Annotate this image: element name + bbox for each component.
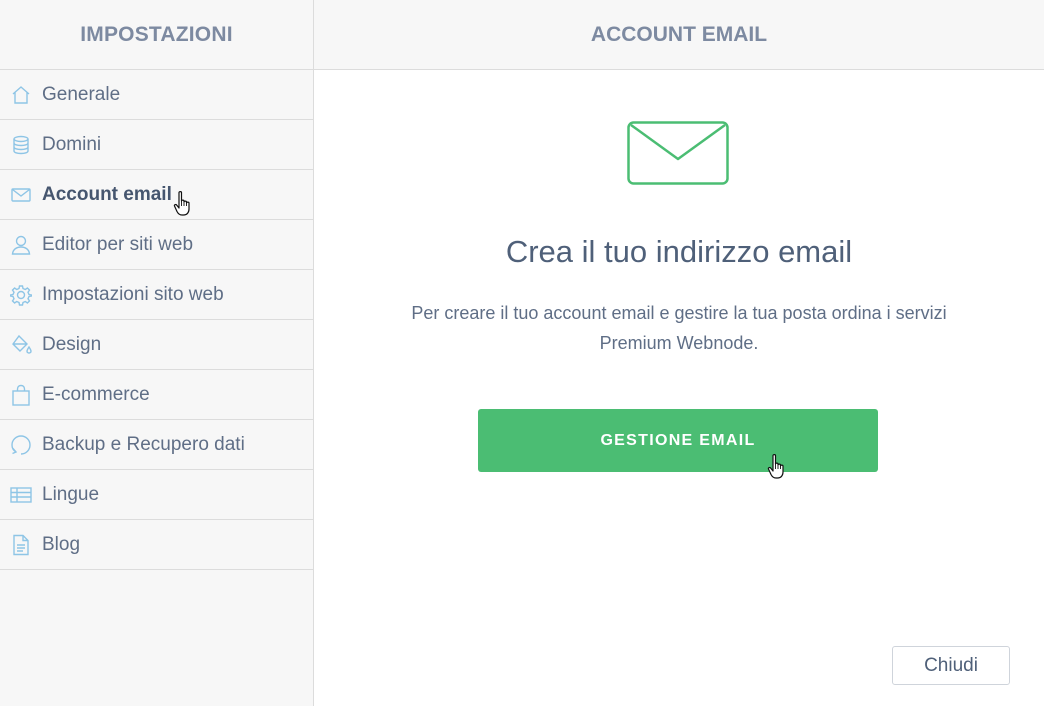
sidebar-item-label: Impostazioni sito web bbox=[42, 283, 224, 305]
description: Per creare il tuo account email e gestir… bbox=[354, 298, 1004, 358]
page-title: ACCOUNT EMAIL bbox=[314, 0, 1044, 70]
sidebar-item-editor[interactable]: Editor per siti web bbox=[0, 220, 313, 270]
settings-sidebar: IMPOSTAZIONI Generale Domini Account ema… bbox=[0, 0, 314, 706]
description-line-2: Premium Webnode. bbox=[599, 333, 759, 353]
user-icon bbox=[10, 234, 32, 256]
database-icon bbox=[10, 134, 32, 156]
description-line-1: Per creare il tuo account email e gestir… bbox=[411, 303, 947, 323]
sidebar-item-label: Design bbox=[42, 333, 102, 355]
sidebar-item-label: Backup e Recupero dati bbox=[42, 433, 245, 455]
language-list-icon bbox=[10, 484, 32, 506]
hand-cursor-icon bbox=[767, 454, 784, 479]
gear-icon bbox=[10, 284, 32, 306]
sidebar-item-design[interactable]: Design bbox=[0, 320, 313, 370]
sidebar-title: IMPOSTAZIONI bbox=[0, 0, 313, 70]
sidebar-item-label: Editor per siti web bbox=[42, 233, 194, 255]
sidebar-item-domini[interactable]: Domini bbox=[0, 120, 313, 170]
sidebar-item-lingue[interactable]: Lingue bbox=[0, 470, 313, 520]
sidebar-item-label: Account email bbox=[42, 183, 172, 205]
paint-bucket-icon bbox=[10, 334, 32, 356]
headline: Crea il tuo indirizzo email bbox=[505, 234, 853, 269]
sidebar-item-blog[interactable]: Blog bbox=[0, 520, 313, 570]
sidebar-item-label: E-commerce bbox=[42, 383, 150, 405]
sidebar-item-backup[interactable]: Backup e Recupero dati bbox=[0, 420, 313, 470]
sidebar-item-label: Lingue bbox=[42, 483, 100, 505]
close-button[interactable]: Chiudi bbox=[892, 646, 1010, 685]
sidebar-item-label: Generale bbox=[42, 83, 121, 105]
settings-menu: Generale Domini Account email Editor per… bbox=[0, 70, 313, 570]
main-panel: ACCOUNT EMAIL Crea il tuo indirizzo emai… bbox=[314, 0, 1044, 706]
sidebar-item-account-email[interactable]: Account email bbox=[0, 170, 313, 220]
settings-dialog: IMPOSTAZIONI Generale Domini Account ema… bbox=[0, 0, 1044, 706]
envelope-icon bbox=[10, 184, 32, 206]
sidebar-item-impostazioni-sito[interactable]: Impostazioni sito web bbox=[0, 270, 313, 320]
gestione-email-button[interactable]: GESTIONE EMAIL bbox=[478, 409, 878, 472]
document-icon bbox=[10, 534, 32, 556]
hand-cursor-icon bbox=[173, 191, 190, 216]
envelope-illustration-icon bbox=[627, 121, 729, 185]
home-icon bbox=[10, 84, 32, 106]
sidebar-item-ecommerce[interactable]: E-commerce bbox=[0, 370, 313, 420]
sidebar-item-generale[interactable]: Generale bbox=[0, 70, 313, 120]
sidebar-item-label: Blog bbox=[42, 533, 81, 555]
shopping-bag-icon bbox=[10, 384, 32, 406]
sidebar-item-label: Domini bbox=[42, 133, 102, 155]
restore-icon bbox=[10, 434, 32, 456]
